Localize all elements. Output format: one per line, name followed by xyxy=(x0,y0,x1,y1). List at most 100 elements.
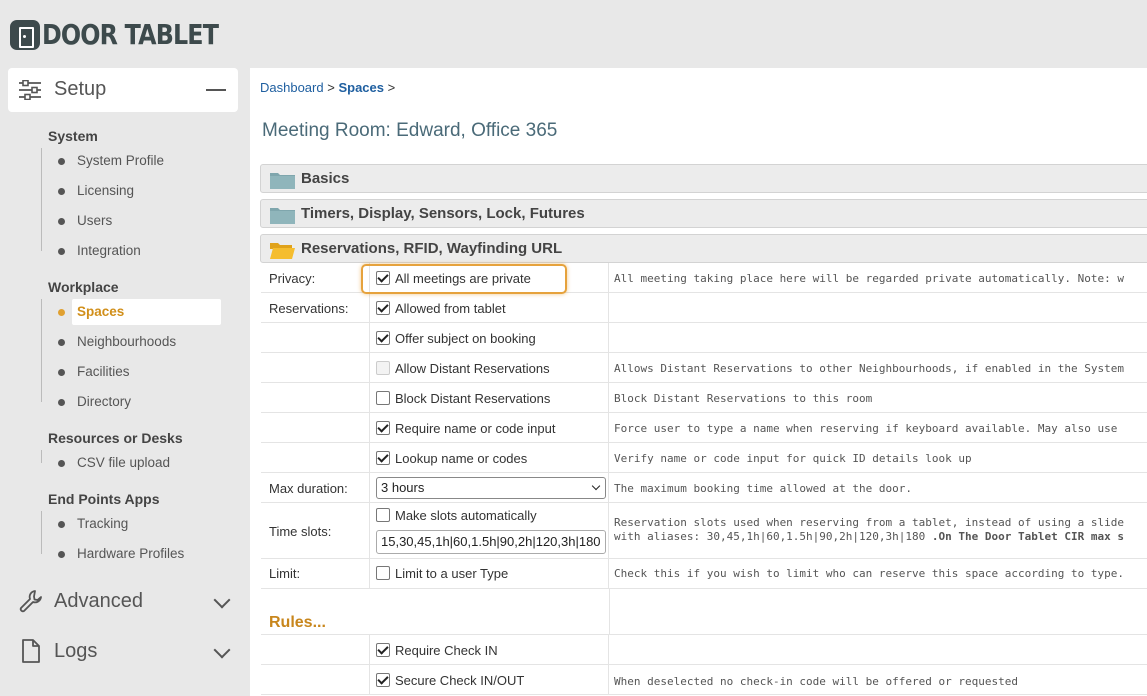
limit-user-type-checkbox[interactable] xyxy=(376,566,390,580)
main-content: Dashboard > Spaces > Meeting Room: Edwar… xyxy=(250,68,1147,696)
nav-label: Directory xyxy=(77,394,132,409)
breadcrumb: Dashboard > Spaces > xyxy=(260,80,395,95)
sliders-icon xyxy=(19,80,41,100)
logs-label: Logs xyxy=(54,640,98,662)
panel-timers[interactable]: Timers, Display, Sensors, Lock, Futures xyxy=(260,199,1147,228)
allow-distant-row: Allow Distant Reservations Allows Distan… xyxy=(261,353,1147,383)
nav-licensing[interactable]: Licensing xyxy=(58,178,221,204)
require-name-row: Require name or code input Force user to… xyxy=(261,413,1147,443)
tree-line xyxy=(41,450,42,463)
breadcrumb-separator: > xyxy=(387,80,396,95)
sidebar: Setup System System Profile Licensing Us… xyxy=(8,68,240,696)
nav-label: Users xyxy=(77,213,113,228)
advanced-section[interactable]: Advanced xyxy=(16,582,242,622)
checkbox-label: Offer subject on booking xyxy=(395,331,536,346)
panel-title: Basics xyxy=(301,170,350,187)
breadcrumb-separator: > xyxy=(327,80,335,95)
time-slots-input[interactable]: 15,30,45,1h|60,1.5h|90,2h|120,3h|180 xyxy=(376,530,606,554)
nav-csv-upload[interactable]: CSV file upload xyxy=(58,450,221,476)
collapse-icon[interactable] xyxy=(206,89,226,91)
panel-reservations[interactable]: Reservations, RFID, Wayfinding URL xyxy=(260,234,1147,263)
setup-label: Setup xyxy=(54,78,107,100)
bullet xyxy=(58,309,65,316)
tree-line xyxy=(41,299,42,402)
allow-distant-control: Allow Distant Reservations xyxy=(369,353,609,382)
tree-line xyxy=(41,148,42,251)
folder-icon xyxy=(270,173,295,189)
hint-text: with aliases: 30,45,1h|60,1.5h|90,2h|120… xyxy=(614,530,932,543)
tree-line xyxy=(41,511,42,554)
checkbox-label: Block Distant Reservations xyxy=(395,391,551,406)
offer-subject-control: Offer subject on booking xyxy=(369,323,609,352)
checkbox-label: Require name or code input xyxy=(395,421,556,436)
brand-name: DOOR TABLET xyxy=(42,18,219,51)
nav-tracking[interactable]: Tracking xyxy=(58,511,221,537)
max-duration-row: Max duration: 3 hours The maximum bookin… xyxy=(261,473,1147,503)
folder-open-icon xyxy=(270,243,295,259)
folder-icon xyxy=(270,208,295,224)
bullet xyxy=(58,460,65,467)
bullet xyxy=(58,158,65,165)
wrench-icon xyxy=(19,590,42,613)
nav-spaces[interactable]: Spaces xyxy=(58,299,221,325)
make-slots-auto-checkbox[interactable] xyxy=(376,508,390,522)
limit-hint: Check this if you wish to limit who can … xyxy=(614,567,1124,580)
header: DOOR TABLET xyxy=(0,0,1147,68)
bullet xyxy=(58,188,65,195)
nav-facilities[interactable]: Facilities xyxy=(58,359,221,385)
nav-label: Spaces xyxy=(77,304,125,319)
lookup-name-row: Lookup name or codes Verify name or code… xyxy=(261,443,1147,473)
offer-subject-checkbox[interactable] xyxy=(376,331,390,345)
max-duration-hint: The maximum booking time allowed at the … xyxy=(614,482,913,495)
door-tablet-logo[interactable]: DOOR TABLET xyxy=(10,18,249,51)
nav-neighbourhoods[interactable]: Neighbourhoods xyxy=(58,329,221,355)
max-duration-select[interactable]: 3 hours xyxy=(376,477,606,499)
lookup-name-hint: Verify name or code input for quick ID d… xyxy=(614,452,972,465)
breadcrumb-spaces[interactable]: Spaces xyxy=(338,80,384,95)
allowed-from-tablet-checkbox[interactable] xyxy=(376,301,390,315)
require-name-control: Require name or code input xyxy=(369,413,609,442)
nav-system-profile[interactable]: System Profile xyxy=(58,148,221,174)
nav-directory[interactable]: Directory xyxy=(58,389,221,415)
chevron-down-icon xyxy=(213,641,231,659)
require-name-checkbox[interactable] xyxy=(376,421,390,435)
nav-integration[interactable]: Integration xyxy=(58,238,221,264)
secure-checkin-checkbox[interactable] xyxy=(376,673,390,687)
reservations-row: Reservations: Allowed from tablet xyxy=(261,293,1147,323)
block-distant-checkbox[interactable] xyxy=(376,391,390,405)
max-duration-label: Max duration: xyxy=(269,481,348,496)
block-distant-control: Block Distant Reservations xyxy=(369,383,609,412)
time-slots-row: Time slots: Make slots automatically 15,… xyxy=(261,503,1147,559)
bullet xyxy=(58,551,65,558)
lookup-name-checkbox[interactable] xyxy=(376,451,390,465)
door-icon xyxy=(10,19,40,50)
rules-spacer-row xyxy=(261,589,1147,635)
divider xyxy=(609,589,610,634)
privacy-highlight xyxy=(361,264,567,294)
document-icon xyxy=(22,639,40,663)
panel-basics[interactable]: Basics xyxy=(260,164,1147,193)
bullet xyxy=(58,248,65,255)
chevron-down-icon xyxy=(591,481,601,491)
reservations-control: Allowed from tablet xyxy=(369,293,609,322)
nav-label: System Profile xyxy=(77,153,165,168)
checkbox-label: Secure Check IN/OUT xyxy=(395,673,525,688)
bullet xyxy=(58,521,65,528)
panel-title: Timers, Display, Sensors, Lock, Futures xyxy=(301,205,585,222)
chevron-down-icon xyxy=(213,591,231,609)
nav-users[interactable]: Users xyxy=(58,208,221,234)
allow-distant-hint: Allows Distant Reservations to other Nei… xyxy=(614,362,1124,375)
logs-section[interactable]: Logs xyxy=(16,632,242,672)
secure-checkin-row: Secure Check IN/OUT When deselected no c… xyxy=(261,665,1147,695)
nav-label: Hardware Profiles xyxy=(77,546,185,561)
nav-hardware-profiles[interactable]: Hardware Profiles xyxy=(58,541,221,567)
allow-distant-checkbox[interactable] xyxy=(376,361,390,375)
require-checkin-checkbox[interactable] xyxy=(376,643,390,657)
rules-title: Rules... xyxy=(269,614,326,631)
privacy-hint: All meeting taking place here will be re… xyxy=(614,272,1124,285)
breadcrumb-dashboard[interactable]: Dashboard xyxy=(260,80,324,95)
setup-section[interactable]: Setup xyxy=(8,68,238,112)
privacy-label: Privacy: xyxy=(269,271,316,286)
lookup-name-control: Lookup name or codes xyxy=(369,443,609,472)
time-slots-hint: Reservation slots used when reserving fr… xyxy=(614,516,1124,529)
